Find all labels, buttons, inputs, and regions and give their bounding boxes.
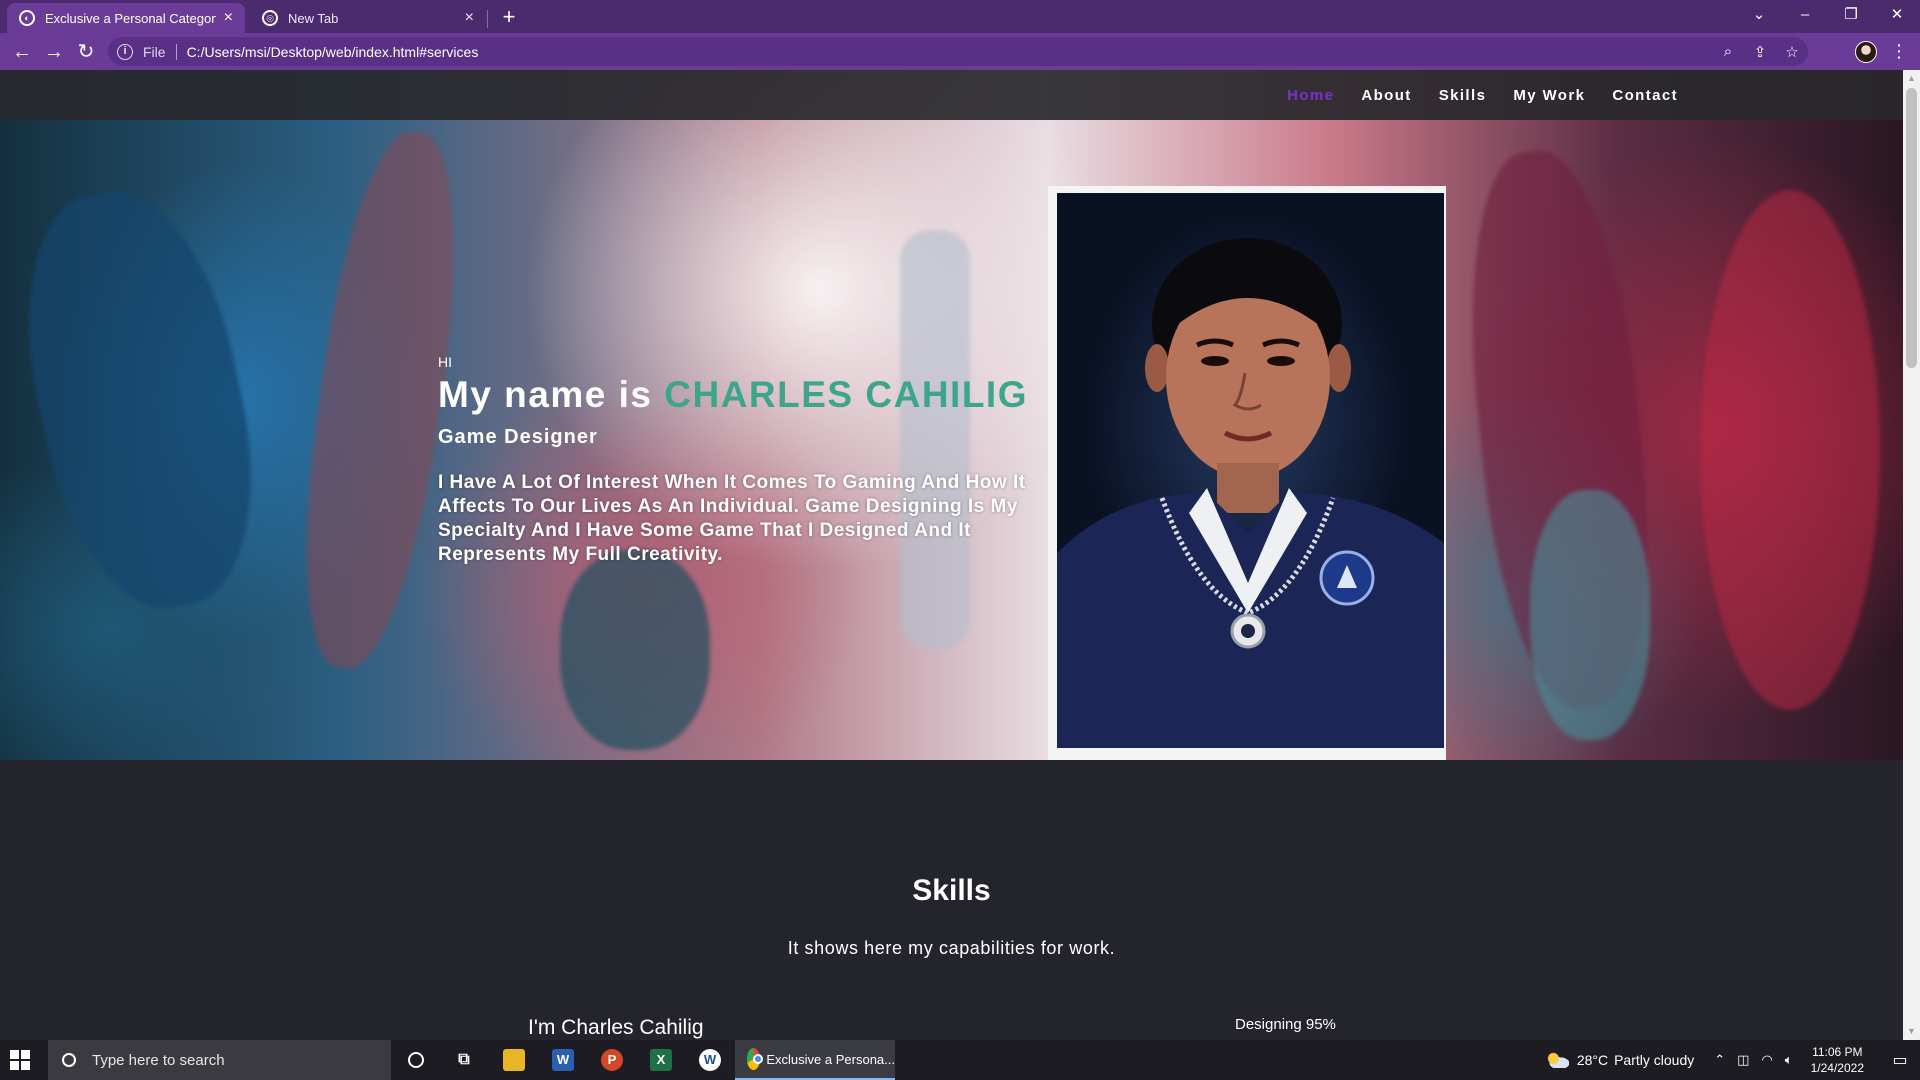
weather-icon[interactable]	[1544, 1052, 1569, 1068]
weather-temp[interactable]: 28°C	[1577, 1052, 1608, 1068]
job-title: Game Designer	[438, 426, 598, 448]
restore-button[interactable]: ❐	[1828, 0, 1874, 33]
powerpoint-icon[interactable]: P	[588, 1040, 636, 1080]
tab-search-icon[interactable]: ⌄	[1736, 0, 1782, 33]
page-scrollbar[interactable]: ▲ ▼	[1903, 70, 1920, 1040]
omnibox-divider	[175, 43, 177, 60]
cortana-icon[interactable]	[392, 1040, 440, 1080]
hero-intro: HI My name is CHARLES CAHILIG Game Desig…	[438, 354, 1048, 567]
bg-painting-shape	[560, 550, 710, 750]
chrome-icon	[747, 1048, 764, 1070]
address-bar[interactable]: i File C:/Users/msi/Desktop/web/index.ht…	[108, 37, 1808, 66]
bio-text: I Have A Lot Of Interest When It Comes T…	[438, 472, 1026, 565]
close-tab-icon[interactable]: ×	[465, 10, 474, 26]
profile-avatar[interactable]	[1855, 41, 1877, 63]
clock-date: 1/24/2022	[1810, 1061, 1864, 1075]
minimize-button[interactable]: –	[1782, 0, 1828, 33]
tab-new-tab[interactable]: ◎ New Tab ×	[250, 3, 486, 33]
search-placeholder: Type here to search	[92, 1051, 225, 1069]
taskbar-search-input[interactable]: Type here to search	[48, 1040, 391, 1080]
name-heading: My name is CHARLES CAHILIG	[438, 374, 1048, 416]
wifi-icon[interactable]: ◠	[1761, 1052, 1772, 1068]
active-window-label: Exclusive a Persona...	[766, 1051, 895, 1067]
excel-icon[interactable]: X	[637, 1040, 685, 1080]
file-explorer-icon[interactable]	[490, 1040, 538, 1080]
notification-icon[interactable]: ▭	[1880, 1040, 1920, 1080]
chevron-up-icon[interactable]: ⌃	[1714, 1052, 1725, 1068]
skills-heading: Skills	[912, 874, 991, 907]
scroll-up-icon[interactable]: ▲	[1903, 70, 1920, 87]
info-icon[interactable]: i	[117, 43, 133, 60]
url-text[interactable]: C:/Users/msi/Desktop/web/index.html#serv…	[187, 44, 479, 60]
scrollbar-thumb[interactable]	[1906, 88, 1917, 368]
reload-icon[interactable]: ↻	[72, 38, 100, 66]
word-icon[interactable]: W	[539, 1040, 587, 1080]
tab-title: Exclusive a Personal Category Bo	[45, 10, 216, 26]
new-tab-button[interactable]: +	[496, 4, 522, 30]
taskbar-chrome-window[interactable]: Exclusive a Persona...	[735, 1040, 895, 1080]
globe-icon: ◎	[262, 10, 278, 26]
windows-taskbar: Type here to search ⧉ W P X W Exclusive …	[0, 1040, 1920, 1080]
system-tray: 28°C Partly cloudy ⌃ ◫ ◠ 🔈︎ 11:06 PM 1/2…	[1544, 1040, 1920, 1080]
bg-painting-shape	[1700, 190, 1880, 710]
back-icon[interactable]: ←	[8, 38, 36, 66]
meet-now-icon[interactable]: ◫	[1737, 1052, 1749, 1068]
tab-strip: ◐ Exclusive a Personal Category Bo × ◎ N…	[0, 0, 1920, 33]
scroll-down-icon[interactable]: ▼	[1903, 1023, 1920, 1040]
close-tab-icon[interactable]: ×	[224, 10, 233, 26]
nav-about-link[interactable]: About	[1361, 87, 1411, 104]
nav-home-link[interactable]: Home	[1287, 87, 1334, 104]
site-favicon-icon: ◐	[19, 10, 35, 26]
tab-divider	[487, 10, 488, 28]
skills-intro: I'm Charles Cahilig	[528, 1016, 704, 1039]
nav-my-work-link[interactable]: My Work	[1513, 87, 1585, 104]
skill-label-designing: Designing 95%	[1235, 1016, 1336, 1033]
clock[interactable]: 11:06 PM 1/24/2022	[1811, 1044, 1864, 1076]
tab-title: New Tab	[288, 10, 339, 26]
url-scheme: File	[143, 43, 166, 60]
clock-time: 11:06 PM	[1812, 1045, 1863, 1059]
star-icon[interactable]: ☆	[1776, 43, 1808, 61]
bg-painting-shape	[1530, 490, 1650, 740]
site-navbar: Home About Skills My Work Contact	[0, 70, 1903, 120]
app-icon[interactable]: W	[686, 1040, 734, 1080]
volume-icon[interactable]: 🔈︎	[1785, 1052, 1793, 1068]
profile-photo-frame	[1048, 186, 1446, 760]
browser-toolbar: ← → ↻ i File C:/Users/msi/Desktop/web/in…	[0, 33, 1920, 70]
tab-active[interactable]: ◐ Exclusive a Personal Category Bo ×	[7, 3, 245, 33]
profile-photo	[1057, 193, 1444, 748]
hero-section: Home About Skills My Work Contact HI My …	[0, 70, 1903, 760]
zoom-icon[interactable]: ⌕	[1712, 43, 1744, 60]
weather-condition[interactable]: Partly cloudy	[1614, 1052, 1694, 1068]
forward-icon[interactable]: →	[40, 38, 68, 66]
skills-subtitle: It shows here my capabilities for work.	[787, 938, 1116, 958]
task-view-icon[interactable]: ⧉	[440, 1040, 488, 1080]
share-icon[interactable]: ⇪	[1744, 43, 1776, 61]
greeting: HI	[438, 354, 452, 370]
search-icon	[62, 1053, 76, 1067]
menu-icon[interactable]: ⋮	[1890, 39, 1908, 63]
name-prefix: My name is	[438, 374, 665, 415]
close-window-button[interactable]: ✕	[1874, 0, 1920, 33]
page-viewport: Home About Skills My Work Contact HI My …	[0, 70, 1903, 1040]
nav-skills-link[interactable]: Skills	[1439, 87, 1487, 104]
bg-painting-shape	[0, 173, 282, 627]
name-highlight: CHARLES CAHILIG	[664, 374, 1028, 415]
nav-contact-link[interactable]: Contact	[1612, 87, 1678, 104]
windows-start-icon[interactable]	[10, 1050, 30, 1070]
